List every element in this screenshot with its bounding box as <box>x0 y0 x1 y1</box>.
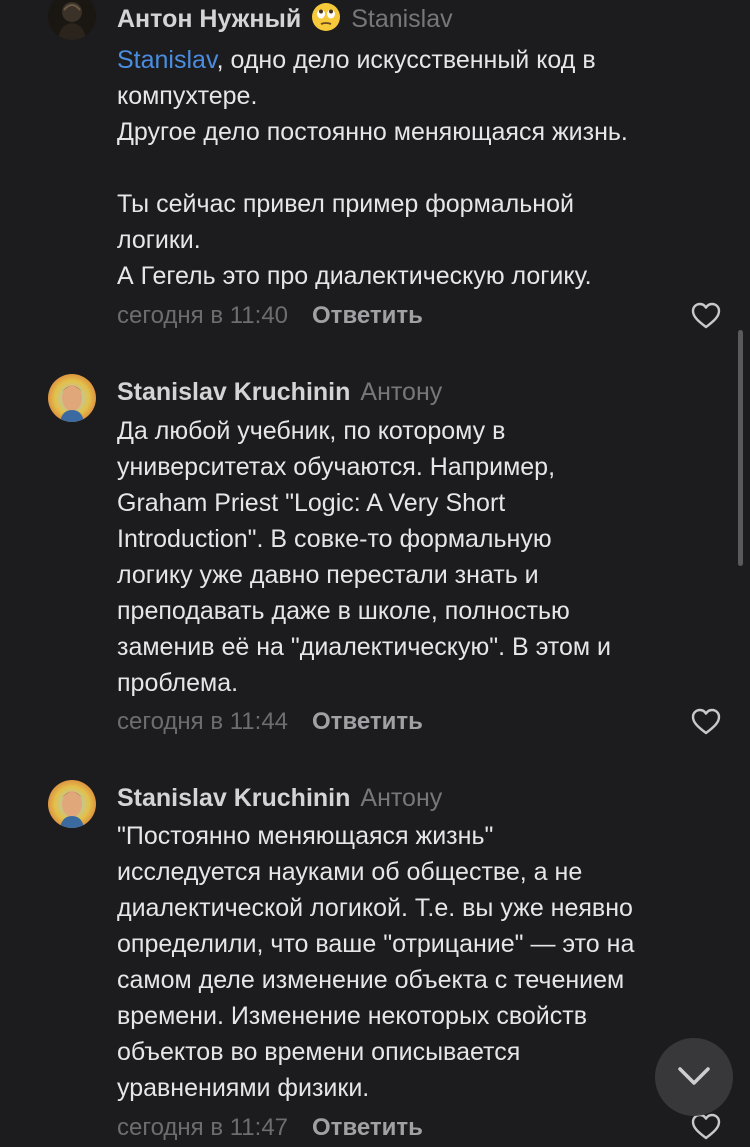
text-line: заменив её на "диалектическую". В этом и <box>117 633 611 661</box>
text-line: Graham Priest "Logic: A Very Short <box>117 489 506 517</box>
like-heart-icon[interactable] <box>691 1112 721 1142</box>
text-line: преподавать даже в школе, полностью <box>117 597 570 625</box>
text-line: компухтере. <box>117 82 258 110</box>
avatar[interactable] <box>48 374 96 422</box>
eye-roll-emoji-icon <box>311 2 341 32</box>
text-line: исследуется науками об обществе, а не <box>117 858 583 886</box>
text-line: "Постоянно меняющаяся жизнь" <box>117 822 494 850</box>
text-line: Ты сейчас привел пример формальной <box>117 190 574 218</box>
mention-link[interactable]: Stanislav <box>117 46 217 74</box>
reply-button[interactable]: Ответить <box>312 302 423 329</box>
comment-meta: сегодня в 11:47 Ответить <box>117 1112 423 1144</box>
text-line: Introduction". В совке-то формальную <box>117 525 552 553</box>
reply-to: Антону <box>360 378 443 406</box>
timestamp: сегодня в 11:47 <box>117 1114 289 1141</box>
author-name[interactable]: Stanislav Kruchinin <box>117 784 350 812</box>
timestamp: сегодня в 11:40 <box>117 302 289 329</box>
text-line: Другое дело постоянно меняющаяся жизнь. <box>117 118 628 146</box>
text-line: , одно дело искусственный код в <box>216 46 596 74</box>
text-line: диалектической логикой. Т.е. вы уже неяв… <box>117 894 633 922</box>
text-line: Да любой учебник, по которому в <box>117 417 506 445</box>
author-line: Stanislav Kruchinin Антону <box>117 779 442 817</box>
comment-text: Stanislav, одно дело искусственный код в… <box>117 42 737 294</box>
text-line: определили, что ваше "отрицание" — это н… <box>117 930 635 958</box>
scrollbar[interactable] <box>738 330 743 566</box>
text-line: самом деле изменение объекта с течением <box>117 966 625 994</box>
author-line: Stanislav Kruchinin Антону <box>117 373 442 411</box>
text-line: проблема. <box>117 669 239 697</box>
reply-button[interactable]: Ответить <box>312 1114 423 1141</box>
text-line: уравнениями физики. <box>117 1074 370 1102</box>
text-line: университетах обучаются. Например, <box>117 453 556 481</box>
text-line: объектов во времени описывается <box>117 1038 521 1066</box>
comment-meta: сегодня в 11:44 Ответить <box>117 706 423 738</box>
like-heart-icon[interactable] <box>691 301 721 331</box>
avatar[interactable] <box>48 0 96 40</box>
like-heart-icon[interactable] <box>691 707 721 737</box>
text-line: логики. <box>117 226 201 254</box>
author-name[interactable]: Антон Нужный <box>117 5 301 33</box>
comment-text: "Постоянно меняющаяся жизнь" исследуется… <box>117 818 737 1106</box>
reply-to: Stanislav <box>351 5 453 33</box>
scroll-down-button[interactable] <box>655 1038 733 1116</box>
reply-to: Антону <box>360 784 443 812</box>
text-line: А Гегель это про диалектическую логику. <box>117 262 592 290</box>
author-name[interactable]: Stanislav Kruchinin <box>117 378 350 406</box>
chevron-down-icon <box>678 1067 710 1085</box>
reply-button[interactable]: Ответить <box>312 708 423 735</box>
comment-meta: сегодня в 11:40 Ответить <box>117 300 423 332</box>
text-line: логику уже давно перестали знать и <box>117 561 539 589</box>
comment-text: Да любой учебник, по которому в универси… <box>117 413 737 701</box>
avatar[interactable] <box>48 780 96 828</box>
timestamp: сегодня в 11:44 <box>117 708 289 735</box>
text-line: времени. Изменение некоторых свойств <box>117 1002 587 1030</box>
author-line: Антон Нужный Stanislav <box>117 0 453 38</box>
